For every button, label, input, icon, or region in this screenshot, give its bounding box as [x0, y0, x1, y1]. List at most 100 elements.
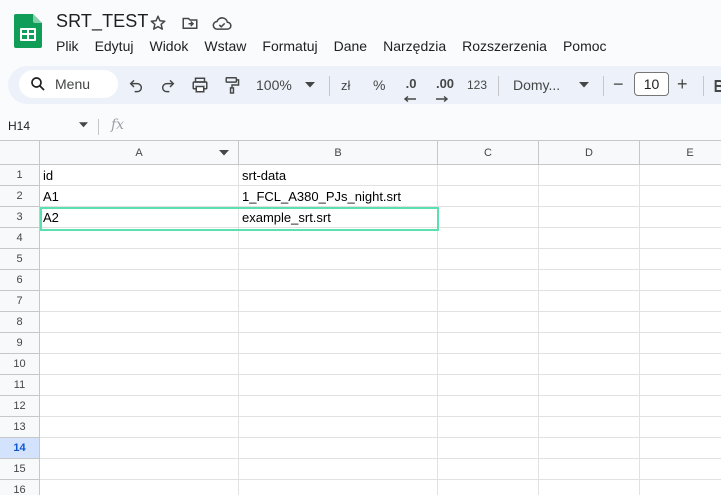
cell[interactable]	[539, 228, 640, 249]
cell[interactable]	[239, 438, 438, 459]
row-header[interactable]: 15	[0, 459, 40, 480]
menu-help[interactable]: Pomoc	[555, 36, 615, 56]
cell[interactable]	[640, 186, 721, 207]
sheet-grid[interactable]: A B C D E 1 id srt-data 2 A1 1_FCL_A380_PJs_n…	[0, 140, 721, 495]
row-header[interactable]: 10	[0, 354, 40, 375]
row-header[interactable]: 6	[0, 270, 40, 291]
cell[interactable]	[40, 354, 239, 375]
cell[interactable]	[539, 480, 640, 495]
cell[interactable]	[640, 459, 721, 480]
cell[interactable]	[640, 291, 721, 312]
cell[interactable]	[40, 249, 239, 270]
row-header[interactable]: 2	[0, 186, 40, 207]
undo-icon[interactable]	[126, 74, 146, 96]
menu-format[interactable]: Formatuj	[254, 36, 325, 56]
cell[interactable]	[640, 417, 721, 438]
row-header[interactable]: 16	[0, 480, 40, 495]
row-header[interactable]: 4	[0, 228, 40, 249]
cell[interactable]	[40, 228, 239, 249]
menu-file[interactable]: Plik	[48, 36, 87, 56]
bold-icon[interactable]	[714, 75, 721, 97]
row-header[interactable]: 5	[0, 249, 40, 270]
cell[interactable]	[539, 291, 640, 312]
cell[interactable]	[239, 312, 438, 333]
cell[interactable]	[40, 270, 239, 291]
cell[interactable]	[239, 459, 438, 480]
cell[interactable]	[40, 396, 239, 417]
redo-icon[interactable]	[158, 74, 178, 96]
cell[interactable]	[539, 186, 640, 207]
cell[interactable]	[640, 333, 721, 354]
select-all-corner[interactable]	[0, 141, 40, 165]
font-size-input[interactable]: 10	[634, 72, 669, 96]
star-icon[interactable]	[148, 13, 168, 33]
cell[interactable]	[539, 249, 640, 270]
cell[interactable]	[539, 312, 640, 333]
decrease-font-size-button[interactable]: −	[613, 73, 624, 95]
cell[interactable]	[438, 165, 539, 186]
cell[interactable]: id	[40, 165, 239, 186]
cell[interactable]: A2	[40, 207, 239, 228]
menu-insert[interactable]: Wstaw	[196, 36, 254, 56]
cell[interactable]	[438, 396, 539, 417]
column-header-e[interactable]: E	[640, 141, 721, 165]
cell[interactable]: A1	[40, 186, 239, 207]
column-a-chevron-down-icon[interactable]	[219, 150, 229, 156]
increase-font-size-button[interactable]: +	[677, 73, 688, 95]
cell[interactable]	[40, 438, 239, 459]
cell[interactable]	[40, 480, 239, 495]
cell[interactable]	[640, 375, 721, 396]
cell[interactable]	[438, 354, 539, 375]
zoom-select[interactable]: 100%	[256, 74, 292, 96]
move-to-folder-icon[interactable]	[180, 13, 200, 33]
cell[interactable]	[438, 459, 539, 480]
cell[interactable]	[640, 312, 721, 333]
row-header[interactable]: 3	[0, 207, 40, 228]
cell[interactable]	[640, 207, 721, 228]
column-header-b[interactable]: B	[239, 141, 438, 165]
cell[interactable]	[40, 375, 239, 396]
column-header-c[interactable]: C	[438, 141, 539, 165]
cell[interactable]	[239, 396, 438, 417]
row-header[interactable]: 1	[0, 165, 40, 186]
cell[interactable]: example_srt.srt	[239, 207, 438, 228]
percent-format-button[interactable]: %	[373, 74, 385, 96]
row-header[interactable]: 8	[0, 312, 40, 333]
cell[interactable]	[438, 333, 539, 354]
cell[interactable]	[239, 228, 438, 249]
row-header[interactable]: 7	[0, 291, 40, 312]
cell[interactable]	[640, 354, 721, 375]
cell[interactable]	[438, 438, 539, 459]
cell[interactable]	[438, 207, 539, 228]
menu-extensions[interactable]: Rozszerzenia	[454, 36, 555, 56]
print-icon[interactable]	[189, 74, 211, 96]
cell[interactable]	[239, 354, 438, 375]
cell[interactable]: 1_FCL_A380_PJs_night.srt	[239, 186, 438, 207]
cell[interactable]	[539, 165, 640, 186]
cell[interactable]	[640, 270, 721, 291]
sheets-logo-icon[interactable]	[14, 14, 42, 48]
cell[interactable]	[40, 333, 239, 354]
cell[interactable]	[438, 480, 539, 495]
cell[interactable]	[438, 417, 539, 438]
cloud-saved-icon[interactable]	[212, 13, 232, 33]
menu-data[interactable]: Dane	[326, 36, 375, 56]
number-format-button[interactable]: 123	[467, 74, 487, 96]
cell[interactable]	[438, 249, 539, 270]
cell[interactable]	[239, 249, 438, 270]
cell[interactable]	[40, 312, 239, 333]
name-box-chevron-down-icon[interactable]	[79, 122, 88, 128]
search-menu-button[interactable]: Menu	[19, 70, 118, 98]
column-header-a[interactable]: A	[40, 141, 239, 165]
menu-tools[interactable]: Narzędzia	[375, 36, 454, 56]
row-header[interactable]: 14	[0, 438, 40, 459]
font-chevron-down-icon[interactable]	[578, 74, 590, 96]
document-title[interactable]: SRT_TEST	[56, 11, 149, 32]
cell[interactable]	[539, 333, 640, 354]
row-header[interactable]: 13	[0, 417, 40, 438]
cell[interactable]	[539, 375, 640, 396]
cell[interactable]	[539, 438, 640, 459]
cell[interactable]	[640, 228, 721, 249]
cell[interactable]	[40, 459, 239, 480]
cell[interactable]	[438, 270, 539, 291]
